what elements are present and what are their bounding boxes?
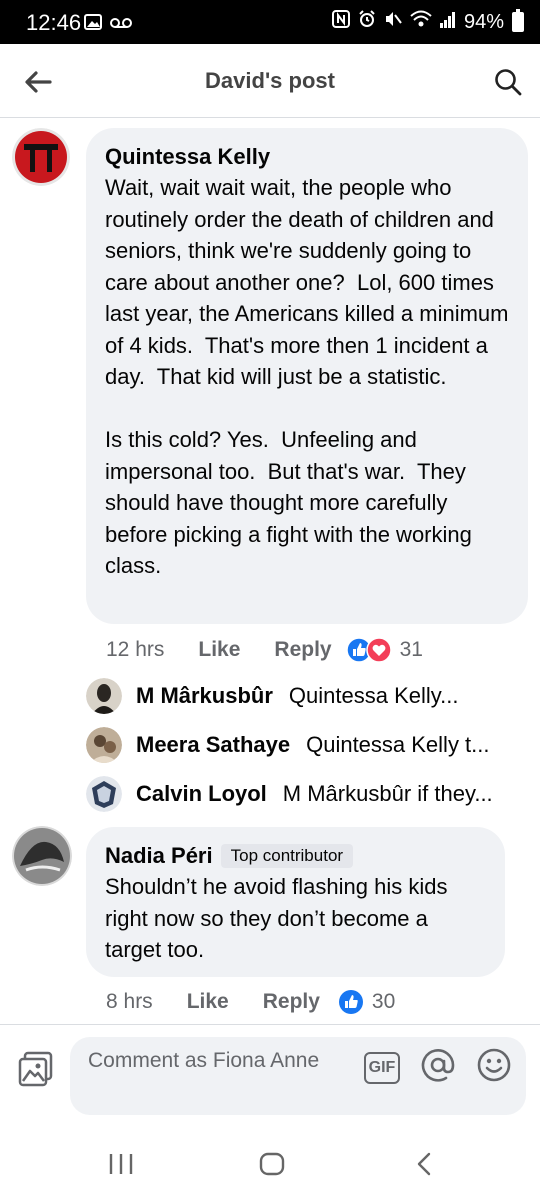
- comment-author[interactable]: Nadia Péri Top contributor: [105, 843, 354, 869]
- like-reaction-icon: [338, 990, 363, 1014]
- reply-preview[interactable]: M Mârkusbûr Quintessa Kelly...: [86, 678, 458, 714]
- love-reaction-icon: [365, 637, 392, 663]
- like-button[interactable]: Like: [198, 638, 240, 662]
- comment-input[interactable]: Comment as Fiona Anne GIF: [70, 1037, 526, 1115]
- nav-back-button[interactable]: [414, 1152, 434, 1181]
- reaction-count: 30: [371, 990, 396, 1013]
- nfc-icon: [331, 10, 350, 34]
- home-button[interactable]: [259, 1152, 285, 1181]
- comment-timestamp[interactable]: 12 hrs: [106, 638, 164, 662]
- avatar-quintessa-kelly[interactable]: [12, 128, 70, 186]
- wifi-icon: [410, 10, 432, 34]
- reactions-summary[interactable]: 31: [345, 637, 423, 663]
- comment-actions: 8 hrs Like Reply 30: [106, 988, 395, 1016]
- avatar-nadia-peri[interactable]: [12, 826, 72, 886]
- reply-author[interactable]: M Mârkusbûr: [136, 683, 273, 709]
- comment-composer: Comment as Fiona Anne GIF: [0, 1024, 540, 1130]
- comment-actions: 12 hrs Like Reply 31: [106, 636, 423, 664]
- reactions-summary[interactable]: 30: [338, 989, 395, 1015]
- comment-text: Shouldn’t he avoid flashing his kids rig…: [105, 874, 454, 962]
- alarm-icon: [358, 10, 376, 34]
- search-button[interactable]: [488, 62, 528, 102]
- status-bar: 12:46 94%: [0, 0, 540, 44]
- photo-icon: [18, 1051, 53, 1087]
- nav-back-icon: [417, 1152, 431, 1176]
- page-title: David's post: [205, 68, 335, 93]
- status-time: 12:46: [26, 10, 82, 35]
- recent-apps-button[interactable]: [108, 1152, 134, 1181]
- reply-text: Quintessa Kelly...: [288, 683, 459, 708]
- reply-author[interactable]: Calvin Loyol: [136, 781, 267, 807]
- system-nav-bar: [0, 1130, 540, 1200]
- reply-button[interactable]: Reply: [274, 638, 331, 662]
- home-icon: [259, 1152, 285, 1176]
- avatar-calvin-loyol[interactable]: [86, 776, 122, 812]
- reply-text: M Mârkusbûr if they...: [282, 781, 493, 806]
- recent-apps-icon: [109, 1154, 133, 1174]
- voicemail-icon: [110, 16, 132, 34]
- reaction-count: 31: [399, 638, 423, 661]
- emoji-button[interactable]: [476, 1047, 512, 1088]
- comment-bubble[interactable]: Quintessa Kelly Wait, wait wait wait, th…: [86, 128, 528, 624]
- search-icon: [495, 69, 522, 96]
- comment-text: Wait, wait wait wait, the people who rou…: [105, 175, 509, 578]
- comment-placeholder: Comment as Fiona Anne: [88, 1049, 320, 1072]
- like-button[interactable]: Like: [187, 990, 229, 1014]
- avatar-m-markusbur[interactable]: [86, 678, 122, 714]
- battery-percent: 94%: [463, 10, 504, 33]
- emoji-icon: [477, 1048, 511, 1082]
- mention-icon: [421, 1049, 455, 1082]
- reply-text: Quintessa Kelly t...: [306, 732, 490, 757]
- reply-button[interactable]: Reply: [263, 990, 320, 1014]
- mention-button[interactable]: [420, 1047, 456, 1088]
- reply-author[interactable]: Meera Sathaye: [136, 732, 290, 758]
- reply-preview[interactable]: Calvin Loyol M Mârkusbûr if they...: [86, 776, 493, 812]
- comment-author[interactable]: Quintessa Kelly: [105, 144, 270, 170]
- battery-icon: [512, 9, 524, 32]
- gif-icon: GIF: [368, 1058, 396, 1076]
- comment-author-name[interactable]: Nadia Péri: [105, 843, 213, 868]
- post-header: David's post: [0, 44, 540, 118]
- signal-icon: [439, 11, 456, 34]
- mute-icon: [384, 10, 402, 34]
- reply-preview[interactable]: Meera Sathaye Quintessa Kelly t...: [86, 727, 490, 763]
- comment-timestamp[interactable]: 8 hrs: [106, 990, 153, 1014]
- add-photo-button[interactable]: [16, 1049, 56, 1089]
- gif-button[interactable]: GIF: [364, 1051, 400, 1084]
- gallery-notification-icon: [84, 14, 102, 35]
- avatar-meera-sathaye[interactable]: [86, 727, 122, 763]
- top-contributor-badge: Top contributor: [220, 844, 354, 868]
- comment-bubble[interactable]: Nadia Péri Top contributor Shouldn’t he a…: [86, 827, 505, 977]
